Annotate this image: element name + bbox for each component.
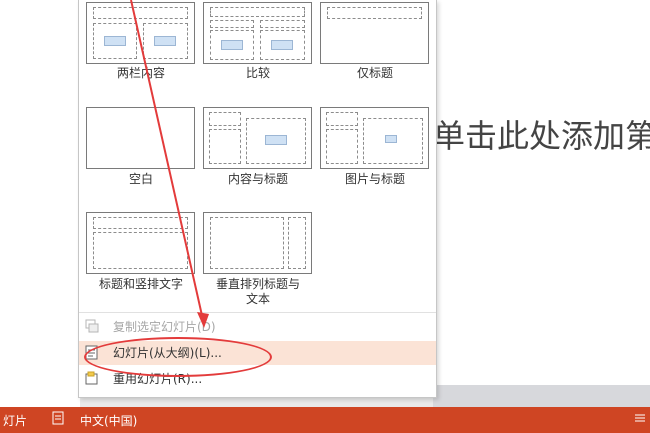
layout-comparison[interactable] [203, 2, 312, 64]
menu-label: 复制选定幻灯片(D) [113, 320, 216, 334]
layout-vertical-title-text[interactable] [203, 212, 312, 274]
reuse-slide-icon [85, 371, 98, 385]
layout-label: 空白 [128, 172, 153, 186]
annotation-ellipse [84, 337, 272, 377]
layout-content-with-caption[interactable] [203, 107, 312, 169]
workspace-left [0, 0, 80, 407]
layout-label: 仅标题 [356, 66, 393, 80]
duplicate-slide-icon [85, 319, 99, 333]
layout-label: 垂直排列标题与 文本 [215, 277, 300, 306]
layout-two-content[interactable] [86, 2, 195, 64]
separator [79, 312, 436, 313]
layout-label: 图片与标题 [344, 172, 405, 186]
layout-picture-with-caption[interactable] [320, 107, 429, 169]
layout-gallery-dropdown: 两栏内容 比较 仅标题 空白 内容与标题 图片与标题 标题和竖排文字 垂直排列标… [78, 0, 437, 398]
language-indicator[interactable]: 中文(中国) [80, 412, 137, 429]
notes-strip [433, 385, 650, 407]
layout-title-vertical-text[interactable] [86, 212, 195, 274]
notes-toggle-icon[interactable] [634, 411, 646, 428]
layout-label: 标题和竖排文字 [98, 277, 183, 291]
layout-label: 内容与标题 [227, 172, 288, 186]
slide-indicator[interactable]: 灯片 [3, 412, 27, 429]
status-bar: 灯片 中文(中国) [0, 407, 650, 433]
title-placeholder[interactable]: 单击此处添加第 [433, 111, 650, 157]
notes-icon[interactable] [52, 411, 66, 428]
duplicate-slide-item[interactable]: 复制选定幻灯片(D) [79, 315, 436, 339]
layout-label: 比较 [245, 66, 270, 80]
layout-title-only[interactable] [320, 2, 429, 64]
layout-blank[interactable] [86, 107, 195, 169]
slide-canvas[interactable] [433, 0, 650, 385]
layout-label: 两栏内容 [116, 66, 165, 80]
